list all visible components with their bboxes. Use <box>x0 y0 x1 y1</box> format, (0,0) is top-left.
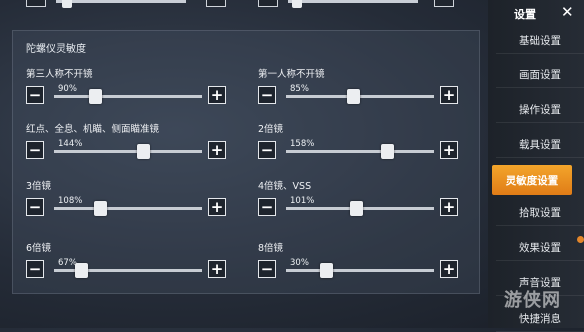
slider-percent: 101% <box>290 196 315 206</box>
sidebar-item[interactable]: 画面设置 <box>496 61 584 88</box>
increase-button[interactable]: + <box>440 260 458 278</box>
slider-thumb[interactable] <box>349 201 363 216</box>
decrease-button[interactable]: − <box>26 260 44 278</box>
sensitivity-slider-item: 6倍镜 − 67% + <box>26 240 226 286</box>
sensitivity-slider-item: 红点、全息、机瞄、侧面瞄准镜 − 144% + <box>26 121 226 167</box>
slider-percent: 85% <box>290 84 309 94</box>
settings-sidebar: 设置 ✕ 基础设置 画面设置 操作设置 载具设置 灵敏度设置 拾取设置 效果设置 声音设置 快捷… <box>488 0 584 332</box>
slider-track[interactable] <box>54 150 202 153</box>
panel-title: 陀螺仪灵敏度 <box>26 44 86 55</box>
sensitivity-slider-item: 2倍镜 − 158% + <box>258 121 458 167</box>
sidebar-item[interactable]: 拾取设置 <box>496 199 584 226</box>
slider-track[interactable] <box>286 150 434 153</box>
slider-label: 第一人称不开镜 <box>258 69 325 80</box>
slider-track[interactable] <box>286 269 434 272</box>
sensitivity-slider-item: 8倍镜 − 30% + <box>258 240 458 286</box>
minus-button-partial[interactable] <box>258 0 278 7</box>
decrease-button[interactable]: − <box>26 198 44 216</box>
slider-label: 红点、全息、机瞄、侧面瞄准镜 <box>26 124 160 135</box>
sensitivity-slider-item: 第一人称不开镜 − 85% + <box>258 66 458 112</box>
slider-thumb[interactable] <box>89 89 103 104</box>
sidebar-item[interactable]: 操作设置 <box>496 96 584 123</box>
slider-percent: 108% <box>58 196 83 206</box>
sidebar-item[interactable]: 基础设置 <box>496 27 584 54</box>
slider-track[interactable] <box>54 207 202 210</box>
slider-label: 6倍镜 <box>26 243 52 254</box>
increase-button[interactable]: + <box>440 198 458 216</box>
slider-thumb[interactable] <box>74 263 88 278</box>
watermark-logo: 游侠网 <box>504 290 561 311</box>
sensitivity-slider-item: 3倍镜 − 108% + <box>26 178 226 224</box>
slider-track[interactable] <box>286 95 434 98</box>
slider-thumb-partial[interactable] <box>292 0 302 8</box>
slider-thumb[interactable] <box>93 201 107 216</box>
increase-button[interactable]: + <box>208 260 226 278</box>
minus-button-partial[interactable] <box>26 0 46 7</box>
slider-label: 第三人称不开镜 <box>26 69 93 80</box>
slider-percent: 90% <box>58 84 77 94</box>
slider-track[interactable] <box>54 95 202 98</box>
scroll-indicator <box>577 236 584 243</box>
decrease-button[interactable]: − <box>258 198 276 216</box>
plus-button-partial[interactable] <box>434 0 454 7</box>
sensitivity-slider-item: 第三人称不开镜 − 90% + <box>26 66 226 112</box>
slider-percent: 144% <box>58 139 83 149</box>
top-slider-row <box>0 0 476 22</box>
slider-thumb-partial[interactable] <box>62 0 72 8</box>
increase-button[interactable]: + <box>440 141 458 159</box>
slider-percent: 30% <box>290 258 309 268</box>
slider-label: 3倍镜 <box>26 181 52 192</box>
sidebar-item[interactable]: 载具设置 <box>496 131 584 158</box>
slider-thumb[interactable] <box>319 263 333 278</box>
decrease-button[interactable]: − <box>258 86 276 104</box>
decrease-button[interactable]: − <box>258 260 276 278</box>
decrease-button[interactable]: − <box>26 86 44 104</box>
increase-button[interactable]: + <box>208 141 226 159</box>
decrease-button[interactable]: − <box>258 141 276 159</box>
slider-label: 4倍镜、VSS <box>258 181 312 192</box>
slider-percent: 158% <box>290 139 315 149</box>
slider-thumb[interactable] <box>346 89 360 104</box>
plus-button-partial[interactable] <box>206 0 226 7</box>
slider-label: 8倍镜 <box>258 243 284 254</box>
increase-button[interactable]: + <box>208 86 226 104</box>
decrease-button[interactable]: − <box>26 141 44 159</box>
sidebar-item[interactable]: 灵敏度设置 <box>492 165 572 195</box>
sensitivity-slider-item: 4倍镜、VSS − 101% + <box>258 178 458 224</box>
slider-track-partial <box>288 0 418 3</box>
increase-button[interactable]: + <box>440 86 458 104</box>
slider-track-partial <box>56 0 186 3</box>
slider-thumb[interactable] <box>136 144 150 159</box>
sidebar-item[interactable]: 效果设置 <box>496 234 584 261</box>
slider-label: 2倍镜 <box>258 124 284 135</box>
increase-button[interactable]: + <box>208 198 226 216</box>
close-icon[interactable]: ✕ <box>561 3 574 21</box>
slider-thumb[interactable] <box>380 144 394 159</box>
sidebar-title: 设置 <box>514 8 536 21</box>
